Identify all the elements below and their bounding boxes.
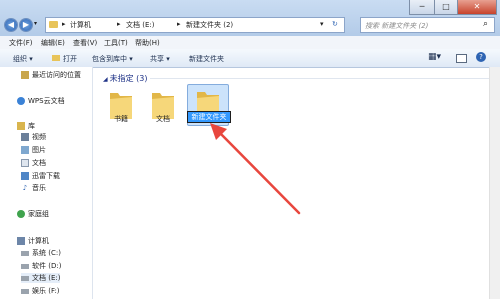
menu-bar: 文件(F) 编辑(E) 查看(V) 工具(T) 帮助(H) xyxy=(0,36,500,50)
breadcrumb-separator-icon: ▸ xyxy=(117,20,121,28)
nav-recent-places[interactable]: 最近访问的位置 xyxy=(21,70,81,80)
forward-icon[interactable]: ▶ xyxy=(20,19,32,31)
back-icon[interactable]: ◀ xyxy=(5,19,17,31)
scrollbar[interactable] xyxy=(489,67,500,299)
nav-drive-d[interactable]: 软件 (D:) xyxy=(21,261,61,271)
command-bar: 组织 ▾ 打开 包含到库中 ▾ 共享 ▾ 新建文件夹 ▦▾ ? xyxy=(0,49,500,68)
search-placeholder: 搜索 新建文件夹 (2) xyxy=(365,22,429,30)
preview-pane-icon[interactable] xyxy=(456,54,467,63)
breadcrumb-current-folder[interactable]: 新建文件夹 (2) xyxy=(186,20,233,30)
nav-drive-c[interactable]: 系统 (C:) xyxy=(21,248,61,258)
breadcrumb-separator-icon: ▸ xyxy=(177,20,181,28)
drive-icon xyxy=(21,263,29,269)
nav-library-thunder-downloads[interactable]: 迅雷下载 xyxy=(21,171,60,181)
new-folder-button[interactable]: 新建文件夹 xyxy=(189,54,224,64)
recent-places-icon xyxy=(21,71,29,79)
nav-library-music[interactable]: ♪ 音乐 xyxy=(21,183,46,193)
menu-help[interactable]: 帮助(H) xyxy=(135,38,160,48)
folder-icon xyxy=(49,21,58,28)
download-icon xyxy=(21,172,29,180)
menu-view[interactable]: 查看(V) xyxy=(73,38,97,48)
group-header[interactable]: ◢ 未指定 (3) xyxy=(103,73,148,84)
music-icon: ♪ xyxy=(22,184,28,192)
address-bar[interactable]: 计算机 文档 (E:) 新建文件夹 (2) ▸ ▸ ▸ ▾ ↻ xyxy=(45,17,345,33)
menu-file[interactable]: 文件(F) xyxy=(9,38,33,48)
nav-wps-cloud[interactable]: WPS云文档 xyxy=(17,96,65,106)
minimize-button[interactable]: ─ xyxy=(409,0,435,15)
drive-icon xyxy=(21,288,29,294)
picture-icon xyxy=(21,146,29,154)
annotation-arrow xyxy=(210,123,301,215)
maximize-button[interactable]: □ xyxy=(434,0,458,15)
collapse-icon: ◢ xyxy=(103,76,108,83)
drive-icon xyxy=(21,275,29,281)
search-input[interactable]: 搜索 新建文件夹 (2) ⌕ xyxy=(360,17,495,33)
nav-library-documents[interactable]: 文档 xyxy=(21,158,46,168)
homegroup-icon xyxy=(17,210,25,218)
video-icon xyxy=(21,133,29,141)
group-divider xyxy=(150,78,490,79)
breadcrumb-drive-e[interactable]: 文档 (E:) xyxy=(126,20,154,30)
breadcrumb-separator-icon: ▸ xyxy=(62,20,66,28)
library-icon xyxy=(17,122,25,130)
nav-library-videos[interactable]: 视频 xyxy=(21,132,46,142)
document-icon xyxy=(21,159,29,167)
view-options-icon[interactable]: ▦▾ xyxy=(428,52,441,62)
nav-drive-f[interactable]: 娱乐 (F:) xyxy=(21,286,60,296)
address-dropdown-icon[interactable]: ▾ xyxy=(320,20,324,28)
nav-library[interactable]: 库 xyxy=(17,121,35,131)
folder-label[interactable]: 文档 xyxy=(143,114,183,124)
folder-label[interactable]: 书籍 xyxy=(101,114,141,124)
recent-pages-chevron-icon[interactable]: ▾ xyxy=(34,20,37,27)
open-button[interactable]: 打开 xyxy=(63,54,77,64)
search-icon[interactable]: ⌕ xyxy=(483,19,488,29)
nav-library-pictures[interactable]: 图片 xyxy=(21,145,46,155)
menu-edit[interactable]: 编辑(E) xyxy=(41,38,65,48)
cloud-icon xyxy=(17,97,25,105)
close-button[interactable]: ✕ xyxy=(457,0,497,15)
help-icon[interactable]: ? xyxy=(476,52,486,62)
nav-homegroup[interactable]: 家庭组 xyxy=(17,209,49,219)
open-folder-icon xyxy=(52,55,60,61)
drive-icon xyxy=(21,250,29,256)
refresh-icon[interactable]: ↻ xyxy=(332,20,338,28)
nav-drive-e[interactable]: 文档 (E:) xyxy=(21,273,61,283)
include-in-library-button[interactable]: 包含到库中 ▾ xyxy=(92,54,133,64)
computer-icon xyxy=(17,237,25,245)
nav-computer[interactable]: 计算机 xyxy=(17,236,49,246)
breadcrumb-computer[interactable]: 计算机 xyxy=(70,20,91,30)
organize-button[interactable]: 组织 ▾ xyxy=(13,54,33,64)
menu-tools[interactable]: 工具(T) xyxy=(104,38,128,48)
share-button[interactable]: 共享 ▾ xyxy=(150,54,170,64)
